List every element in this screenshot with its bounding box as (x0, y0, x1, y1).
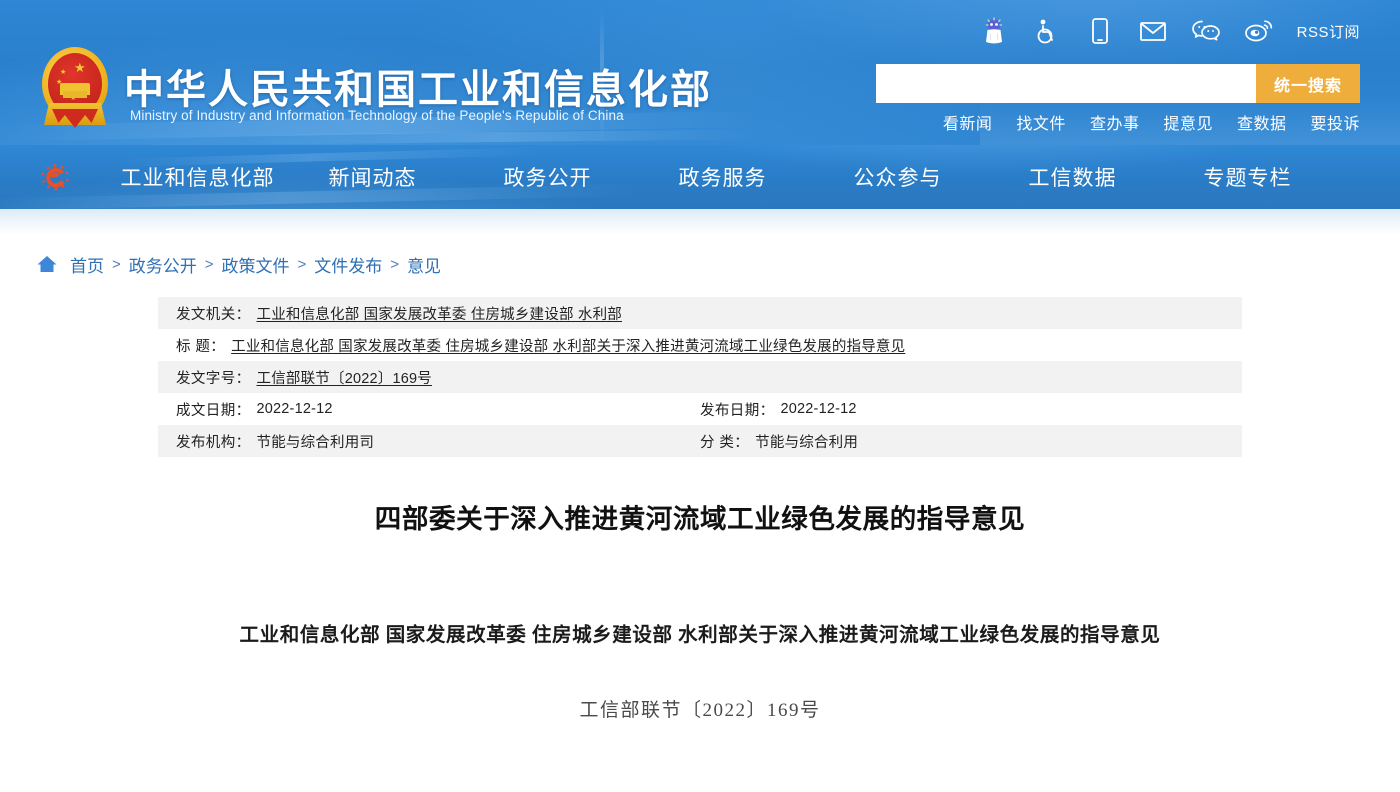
meta-value: 2022-12-12 (780, 401, 857, 417)
nav-items: 工业和信息化部 新闻动态 政务公开 政务服务 公众参与 工信数据 专题专栏 (110, 145, 1335, 209)
quick-link-complain[interactable]: 要投诉 (1310, 110, 1360, 134)
content-area: 发文机关： 工业和信息化部 国家发展改革委 住房城乡建设部 水利部 标 题： 工… (0, 293, 1400, 722)
nav-item-gov-service[interactable]: 政务服务 (635, 162, 810, 192)
home-icon (36, 254, 58, 274)
meta-value[interactable]: 工信部联节〔2022〕169号 (257, 367, 432, 388)
meta-label: 发布机构： (176, 434, 251, 451)
accessibility-icon[interactable] (1032, 16, 1062, 46)
quick-link-files[interactable]: 找文件 (1016, 110, 1066, 134)
site-header: ★ ★ ★ ★ 中华人民共和国工业和信息化部 Ministry of Indus… (0, 0, 1400, 145)
main-navigation: 工业和信息化部 新闻动态 政务公开 政务服务 公众参与 工信数据 专题专栏 (0, 145, 1400, 209)
wechat-icon[interactable] (1191, 16, 1221, 46)
quick-link-services[interactable]: 查办事 (1090, 110, 1140, 134)
weibo-icon[interactable] (1244, 16, 1274, 46)
meta-cell-document-number: 发文字号： 工信部联节〔2022〕169号 (158, 361, 1242, 393)
breadcrumb-item-home[interactable]: 首页 (70, 252, 104, 277)
page-title: 四部委关于深入推进黄河流域工业绿色发展的指导意见 (374, 504, 1026, 534)
nav-item-data[interactable]: 工信数据 (985, 162, 1160, 192)
table-row: 标 题： 工业和信息化部 国家发展改革委 住房城乡建设部 水利部关于深入推进黄河… (158, 329, 1242, 361)
breadcrumb-item-policy[interactable]: 政策文件 (222, 252, 290, 277)
meta-label: 发文字号： (176, 370, 251, 387)
nav-item-topics[interactable]: 专题专栏 (1160, 162, 1335, 192)
breadcrumb-item-release[interactable]: 文件发布 (314, 252, 382, 277)
nav-gradient-fade (0, 209, 1400, 235)
meta-label: 发文机关： (176, 306, 251, 323)
nav-item-public[interactable]: 公众参与 (810, 162, 985, 192)
miit-logo-icon[interactable] (36, 161, 74, 193)
meta-cell-written-date: 成文日期： 2022-12-12 (158, 393, 700, 425)
meta-value: 节能与综合利用 (755, 434, 859, 451)
search-bar: 统一搜索 (876, 64, 1360, 103)
meta-label: 分 类： (700, 434, 750, 451)
table-row: 发文字号： 工信部联节〔2022〕169号 (158, 361, 1242, 393)
meta-label: 标 题： (176, 338, 226, 355)
document-metadata-table: 发文机关： 工业和信息化部 国家发展改革委 住房城乡建设部 水利部 标 题： 工… (158, 297, 1242, 457)
header-decor-streak (239, 129, 761, 145)
mascot-robot-icon[interactable] (979, 16, 1009, 46)
national-emblem-icon: ★ ★ ★ ★ (28, 45, 122, 131)
site-title-english: Ministry of Industry and Information Tec… (130, 108, 624, 123)
mobile-phone-icon[interactable] (1085, 16, 1115, 46)
breadcrumb-item-current: 意见 (407, 256, 442, 276)
table-row: 成文日期： 2022-12-12 发布日期： 2022-12-12 (158, 393, 1242, 425)
meta-cell-publish-date: 发布日期： 2022-12-12 (700, 393, 1242, 425)
meta-value[interactable]: 工业和信息化部 国家发展改革委 住房城乡建设部 水利部 (257, 303, 622, 324)
breadcrumb-separator: > (112, 255, 121, 273)
breadcrumb-separator: > (204, 255, 214, 273)
document-article: 四部委关于深入推进黄河流域工业绿色发展的指导意见 工业和信息化部 国家发展改革委… (158, 457, 1242, 722)
meta-label: 发布日期： (700, 402, 775, 419)
breadcrumb-separator: > (297, 255, 307, 273)
meta-cell-issuing-authority: 发文机关： 工业和信息化部 国家发展改革委 住房城乡建设部 水利部 (158, 297, 1242, 329)
quick-link-news[interactable]: 看新闻 (943, 110, 993, 134)
meta-cell-publisher: 发布机构： 节能与综合利用司 (158, 425, 700, 457)
document-heading: 工业和信息化部 国家发展改革委 住房城乡建设部 水利部关于深入推进黄河流域工业绿… (239, 625, 1161, 647)
nav-item-news[interactable]: 新闻动态 (285, 162, 460, 192)
utility-icon-bar: RSS订阅 (979, 14, 1360, 48)
meta-cell-category: 分 类： 节能与综合利用 (700, 425, 1242, 457)
meta-value: 2022-12-12 (256, 401, 333, 417)
unified-search-button[interactable]: 统一搜索 (1256, 64, 1360, 103)
nav-item-miit[interactable]: 工业和信息化部 (110, 162, 285, 192)
email-icon[interactable] (1138, 16, 1168, 46)
site-title-chinese: 中华人民共和国工业和信息化部 (124, 68, 712, 112)
search-input[interactable] (876, 64, 1256, 103)
quick-links: 看新闻 找文件 查办事 提意见 查数据 要投诉 (943, 110, 1360, 134)
breadcrumb-item-gov-open[interactable]: 政务公开 (129, 252, 197, 277)
breadcrumb-separator: > (390, 255, 400, 273)
meta-label: 成文日期： (176, 402, 251, 419)
breadcrumb: 首页 > 政务公开 > 政策文件 > 文件发布 > 意见 (0, 235, 1400, 293)
document-number: 工信部联节〔2022〕169号 (579, 700, 821, 722)
table-row: 发文机关： 工业和信息化部 国家发展改革委 住房城乡建设部 水利部 (158, 297, 1242, 329)
meta-cell-title: 标 题： 工业和信息化部 国家发展改革委 住房城乡建设部 水利部关于深入推进黄河… (158, 329, 1242, 361)
quick-link-feedback[interactable]: 提意见 (1163, 110, 1213, 134)
nav-item-gov-open[interactable]: 政务公开 (460, 162, 635, 192)
meta-value: 节能与综合利用司 (256, 434, 375, 451)
quick-link-data[interactable]: 查数据 (1237, 110, 1287, 134)
table-row: 发布机构： 节能与综合利用司 分 类： 节能与综合利用 (158, 425, 1242, 457)
rss-subscribe-link[interactable]: RSS订阅 (1297, 21, 1360, 42)
meta-value[interactable]: 工业和信息化部 国家发展改革委 住房城乡建设部 水利部关于深入推进黄河流域工业绿… (231, 335, 905, 356)
